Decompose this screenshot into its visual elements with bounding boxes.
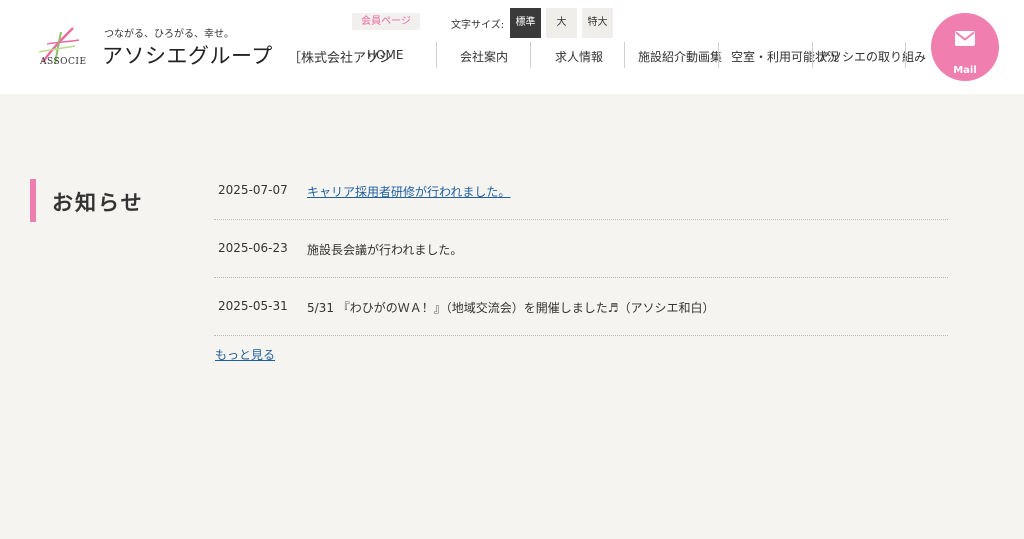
news-item: 2025-07-07 キャリア採用者研修が行われました。 xyxy=(214,162,948,220)
news-title: 施設長会議が行われました。 xyxy=(307,243,463,257)
news-date: 2025-06-23 xyxy=(218,241,288,255)
nav-videos[interactable]: 動画集 xyxy=(686,48,722,65)
font-size-xlarge-button[interactable]: 特大 xyxy=(582,8,613,38)
mail-label: Mail xyxy=(953,65,977,76)
nav-initiatives[interactable]: アソシエの取り組み xyxy=(818,48,926,65)
font-size-standard-button[interactable]: 標準 xyxy=(510,8,541,38)
nav-divider xyxy=(718,42,719,68)
nav-divider xyxy=(436,42,437,68)
nav-recruit[interactable]: 求人情報 xyxy=(555,48,603,65)
font-size-large-button[interactable]: 大 xyxy=(546,8,577,38)
mail-icon xyxy=(955,31,975,46)
font-size-label: 文字サイズ: xyxy=(451,20,505,31)
mail-button[interactable]: Mail xyxy=(931,13,999,81)
news-item: 2025-06-23 施設長会議が行われました。 xyxy=(214,220,948,278)
news-date: 2025-05-31 xyxy=(218,299,288,313)
logo-subtext: ASSOCIE xyxy=(40,57,87,67)
nav-divider xyxy=(905,42,906,68)
news-title-link[interactable]: キャリア採用者研修が行われました。 xyxy=(307,183,510,200)
nav-divider xyxy=(812,42,813,68)
more-link[interactable]: もっと見る xyxy=(215,346,275,363)
member-page-button[interactable]: 会員ページ xyxy=(352,13,420,30)
nav-company[interactable]: 会社案内 xyxy=(460,48,508,65)
news-item: 2025-05-31 5/31 『わひがのＷＡ！』（地域交流会）を開催しました♬… xyxy=(214,278,948,336)
news-title: 5/31 『わひがのＷＡ！』（地域交流会）を開催しました♬（アソシエ和白） xyxy=(307,301,715,315)
tagline: つながる、ひろがる、幸せ。 xyxy=(104,29,234,40)
brand-name[interactable]: アソシエグループ xyxy=(102,40,273,70)
news-date: 2025-07-07 xyxy=(218,183,288,197)
nav-facilities[interactable]: 施設紹介 xyxy=(638,48,686,65)
section-accent-bar xyxy=(30,179,36,222)
site-header: ASSOCIE つながる、ひろがる、幸せ。 アソシエグループ ［株式会社アソシ … xyxy=(0,0,1024,94)
nav-home[interactable]: HOME xyxy=(367,48,403,62)
nav-divider xyxy=(530,42,531,68)
nav-divider xyxy=(624,42,625,68)
section-title: お知らせ xyxy=(52,191,144,215)
